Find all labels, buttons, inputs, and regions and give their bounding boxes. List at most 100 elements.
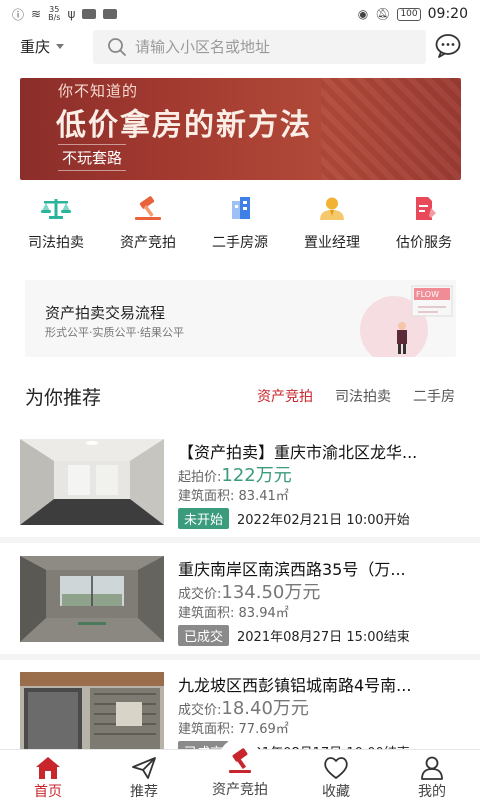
search-icon: [108, 38, 126, 56]
banner-tag: 不玩套路: [58, 144, 127, 171]
tab-judicial-auction[interactable]: 司法拍卖: [335, 386, 391, 406]
network-speed: 35 B/s: [48, 6, 60, 22]
banner-subtitle: 你不知道的: [58, 82, 139, 100]
battery-icon: 100: [397, 7, 421, 21]
listing-area: 83.41㎡: [238, 489, 289, 504]
nav-favorites[interactable]: 收藏: [288, 752, 384, 800]
listing-area: 77.69㎡: [238, 722, 289, 737]
city-label: 重庆: [20, 38, 51, 56]
category-asset-bidding[interactable]: 资产竞拍: [102, 196, 194, 256]
price-label: 成交价:: [178, 587, 222, 602]
bottom-nav: 首页 推荐 资产竞拍 收藏 我的: [0, 738, 480, 800]
listing-photo: [20, 439, 164, 525]
category-label: 资产竞拍: [120, 235, 176, 251]
listing-item[interactable]: 重庆南岸区南滨西路35号（万... 成交价: 134.50万元 建筑面积: 83…: [0, 556, 480, 660]
listing-price: 122万元: [221, 465, 292, 486]
flow-illustration: FLOW: [360, 285, 453, 357]
category-agent[interactable]: 置业经理: [286, 196, 378, 256]
divider: [0, 654, 480, 660]
listing-title: 九龙坡区西彭镇铝城南路4号南...: [178, 676, 412, 694]
gavel-icon: [135, 196, 161, 220]
nav-label: 收藏: [322, 784, 350, 800]
status-bar: ⓘ ≋ 35 B/s ψ ◉ 🔕︎ 100 09:20: [0, 0, 480, 28]
agent-icon: [320, 197, 344, 220]
app-notification-icon: [82, 9, 97, 19]
building-icon: [232, 197, 250, 219]
process-card[interactable]: 资产拍卖交易流程 形式公平·实质公平·结果公平 FLOW: [25, 280, 456, 357]
recommend-title: 为你推荐: [25, 387, 102, 409]
send-icon: [132, 757, 156, 779]
nav-recommend[interactable]: 推荐: [96, 752, 192, 800]
user-icon: [421, 756, 443, 780]
listing-area: 83.94㎡: [238, 606, 289, 621]
listing-area-row: 建筑面积: 83.41㎡: [178, 485, 463, 505]
city-selector[interactable]: 重庆: [20, 36, 65, 57]
category-valuation[interactable]: 估价服务: [378, 196, 470, 256]
tab-asset-bidding[interactable]: 资产竞拍: [257, 386, 313, 406]
listing-price-row: 起拍价: 122万元: [178, 461, 463, 486]
scale-icon: [41, 199, 71, 219]
nav-label: 我的: [418, 784, 446, 800]
process-subtitle: 形式公平·实质公平·结果公平: [45, 326, 184, 339]
listing-time: 2022年02月21日 10:00开始: [237, 513, 410, 528]
listing-price-row: 成交价: 134.50万元: [178, 578, 463, 603]
area-label: 建筑面积:: [178, 606, 235, 621]
nav-asset-bidding[interactable]: 资产竞拍: [192, 738, 288, 800]
nav-label: 推荐: [130, 784, 158, 800]
listing-time: 2021年08月27日 15:00结束: [237, 630, 410, 645]
category-label: 二手房源: [212, 235, 268, 251]
listing-area-row: 建筑面积: 77.69㎡: [178, 718, 463, 738]
listing-info: 【资产拍卖】重庆市渝北区龙华... 起拍价: 122万元 建筑面积: 83.41…: [178, 439, 463, 529]
category-judicial-auction[interactable]: 司法拍卖: [10, 196, 102, 256]
wifi-icon: ≋: [31, 7, 42, 21]
divider: [0, 537, 480, 543]
app-page: ⓘ ≋ 35 B/s ψ ◉ 🔕︎ 100 09:20 重庆 请输入小区名或地址…: [0, 0, 480, 800]
document-edit-icon: [416, 197, 436, 220]
area-label: 建筑面积:: [178, 722, 235, 737]
price-label: 成交价:: [178, 703, 222, 718]
nav-profile[interactable]: 我的: [384, 752, 480, 800]
clock: 09:20: [427, 6, 468, 22]
listing-price: 134.50万元: [221, 582, 321, 603]
promo-banner[interactable]: 你不知道的 低价拿房的新方法 不玩套路: [20, 78, 461, 180]
notification-icon: ⓘ: [12, 7, 25, 22]
area-label: 建筑面积:: [178, 489, 235, 504]
app-notification-icon-2: [103, 9, 118, 19]
listing-price-row: 成交价: 18.40万元: [178, 694, 463, 719]
category-label: 估价服务: [396, 235, 452, 251]
nav-home[interactable]: 首页: [0, 752, 96, 800]
search-box[interactable]: [93, 30, 426, 64]
listing-title: 【资产拍卖】重庆市渝北区龙华...: [178, 443, 418, 461]
status-badge: 未开始: [178, 508, 230, 529]
recommend-tabs: 资产竞拍 司法拍卖 二手房: [257, 386, 455, 406]
nav-label: 首页: [34, 784, 62, 800]
message-icon[interactable]: [434, 32, 462, 60]
category-second-hand[interactable]: 二手房源: [194, 196, 286, 256]
listing-status-row: 已成交 2021年08月27日 15:00结束: [178, 625, 463, 646]
listing-photo: [20, 672, 164, 758]
status-badge: 已成交: [178, 625, 230, 646]
caret-down-icon: [56, 44, 65, 49]
home-icon: [36, 757, 60, 779]
status-right: ◉ 🔕︎ 100 09:20: [358, 6, 468, 22]
listing-item[interactable]: 【资产拍卖】重庆市渝北区龙华... 起拍价: 122万元 建筑面积: 83.41…: [0, 439, 480, 543]
status-left: ⓘ ≋ 35 B/s ψ: [12, 6, 118, 23]
category-label: 置业经理: [304, 235, 360, 251]
listing-info: 重庆南岸区南滨西路35号（万... 成交价: 134.50万元 建筑面积: 83…: [178, 556, 463, 646]
category-label: 司法拍卖: [28, 235, 84, 251]
category-grid: 司法拍卖 资产竞拍 二手房源 置业经理 估价服务: [0, 196, 480, 256]
mute-icon: 🔕︎: [375, 7, 391, 21]
header: 重庆: [0, 28, 480, 64]
search-input[interactable]: [135, 38, 415, 56]
listing-photo: [20, 556, 164, 642]
process-title: 资产拍卖交易流程: [45, 304, 166, 322]
flow-label: FLOW: [416, 290, 439, 299]
listing-area-row: 建筑面积: 83.94㎡: [178, 602, 463, 622]
speed-unit: B/s: [48, 13, 61, 22]
listing-status-row: 未开始 2022年02月21日 10:00开始: [178, 508, 463, 529]
tab-second-hand[interactable]: 二手房: [413, 386, 455, 406]
listing-title: 重庆南岸区南滨西路35号（万...: [178, 560, 406, 578]
nav-center-bubble: [219, 738, 261, 780]
usb-icon: ψ: [67, 7, 76, 21]
heart-icon: [324, 757, 348, 779]
